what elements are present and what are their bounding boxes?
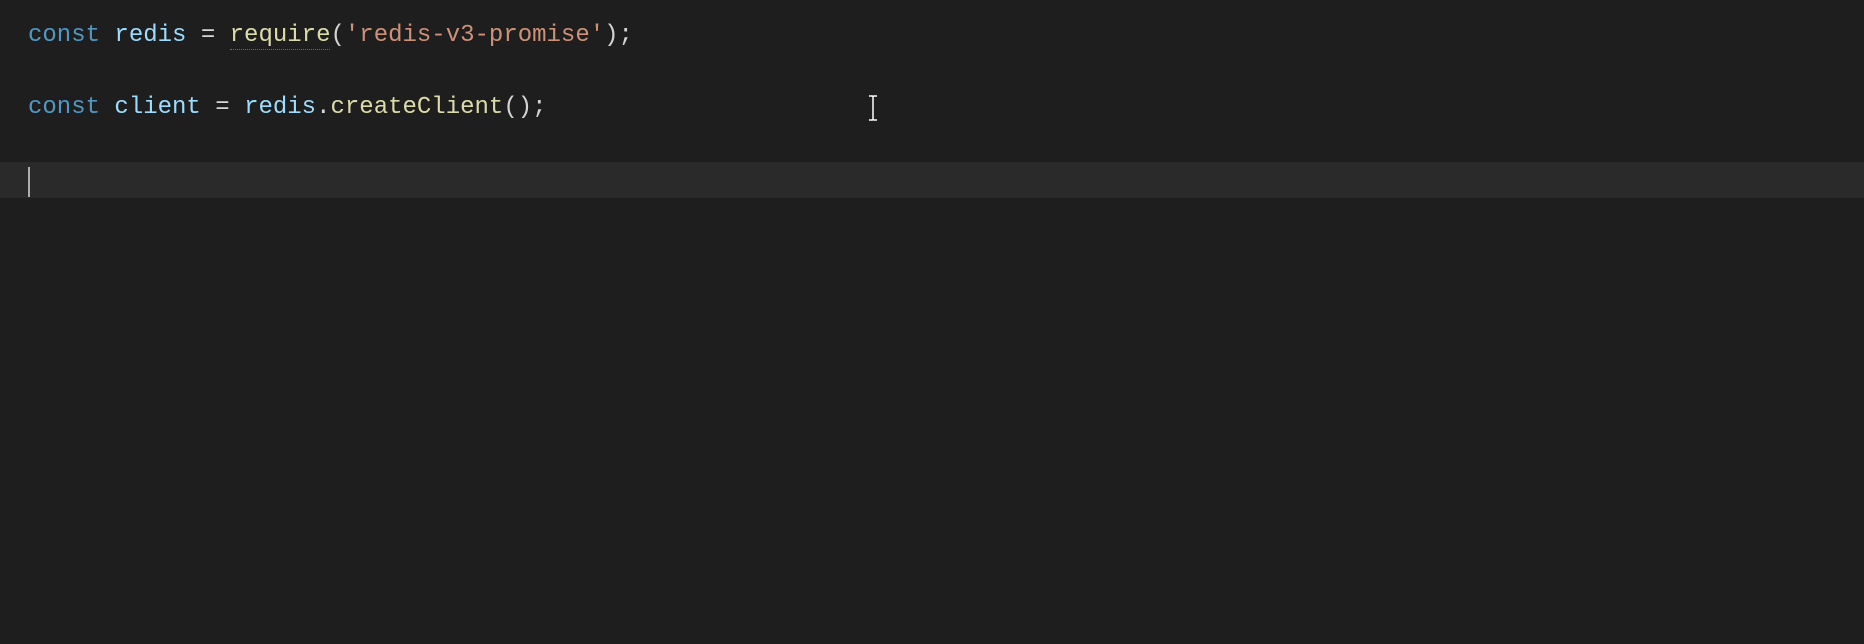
whitespace bbox=[100, 22, 114, 49]
whitespace bbox=[230, 94, 244, 121]
function-require: require bbox=[230, 22, 331, 50]
code-line-3[interactable]: const client = redis.createClient(); bbox=[28, 90, 1864, 126]
semicolon: ; bbox=[619, 22, 633, 49]
text-caret bbox=[28, 167, 30, 197]
paren-close: ) bbox=[604, 22, 618, 49]
keyword-const: const bbox=[28, 22, 100, 49]
semicolon: ; bbox=[532, 94, 546, 121]
code-line-2[interactable] bbox=[28, 54, 1864, 90]
whitespace bbox=[100, 94, 114, 121]
paren-open: ( bbox=[503, 94, 517, 121]
property-redis: redis bbox=[244, 94, 316, 121]
code-editor-area[interactable]: const redis = require('redis-v3-promise'… bbox=[0, 0, 1864, 644]
whitespace bbox=[186, 22, 200, 49]
whitespace bbox=[215, 22, 229, 49]
paren-close: ) bbox=[518, 94, 532, 121]
operator-equals: = bbox=[201, 22, 215, 49]
keyword-const: const bbox=[28, 94, 100, 121]
paren-open: ( bbox=[330, 22, 344, 49]
variable-client: client bbox=[114, 94, 200, 121]
variable-redis: redis bbox=[114, 22, 186, 49]
string-module-name: 'redis-v3-promise' bbox=[345, 22, 604, 49]
code-line-1[interactable]: const redis = require('redis-v3-promise'… bbox=[28, 18, 1864, 54]
function-createclient: createClient bbox=[330, 94, 503, 121]
dot-accessor: . bbox=[316, 94, 330, 121]
code-line-4[interactable] bbox=[28, 126, 1864, 162]
operator-equals: = bbox=[215, 94, 229, 121]
code-line-5[interactable] bbox=[0, 162, 1864, 198]
whitespace bbox=[201, 94, 215, 121]
